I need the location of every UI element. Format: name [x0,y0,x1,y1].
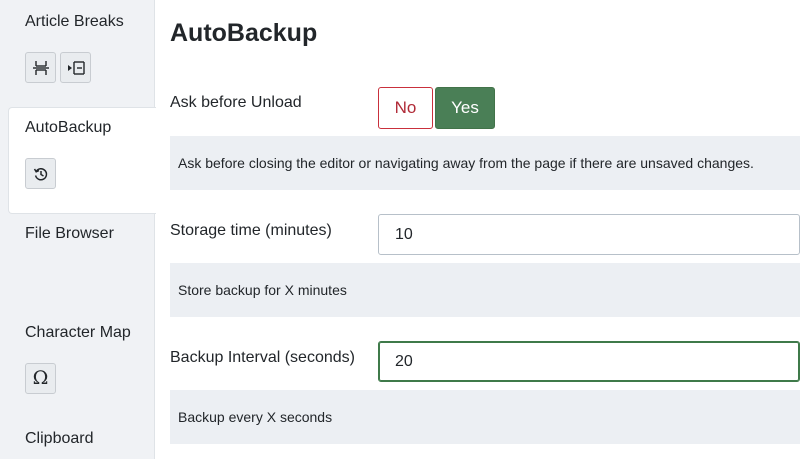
storage-time-input[interactable] [378,214,800,255]
backup-interval-description: Backup every X seconds [170,390,800,444]
storage-time-label: Storage time (minutes) [170,222,332,239]
page-break-icon[interactable] [25,52,56,83]
plugin-sidebar: Article Breaks AutoBackup File Browser C… [0,0,156,459]
omega-icon[interactable]: Ω [25,363,56,394]
sidebar-item-file-browser[interactable]: File Browser [25,224,114,244]
page-title: AutoBackup [170,19,318,47]
omega-glyph: Ω [32,367,49,389]
sidebar-item-character-map[interactable]: Character Map [25,323,131,343]
restore-icon[interactable] [25,158,56,189]
read-more-icon[interactable] [60,52,91,83]
backup-interval-input[interactable] [378,341,800,382]
sidebar-item-article-breaks[interactable]: Article Breaks [25,12,124,32]
yes-button[interactable]: Yes [435,87,495,129]
sidebar-item-autobackup[interactable]: AutoBackup [25,118,111,138]
storage-time-description: Store backup for X minutes [170,263,800,317]
backup-interval-label: Backup Interval (seconds) [170,349,355,366]
ask-before-unload-label: Ask before Unload [170,94,302,111]
ask-before-unload-description-text: Ask before closing the editor or navigat… [178,155,754,171]
no-button[interactable]: No [378,87,433,129]
backup-interval-description-text: Backup every X seconds [178,409,333,425]
storage-time-description-text: Store backup for X minutes [178,282,347,298]
sidebar-item-clipboard[interactable]: Clipboard [25,429,93,449]
ask-before-unload-description: Ask before closing the editor or navigat… [170,136,800,190]
